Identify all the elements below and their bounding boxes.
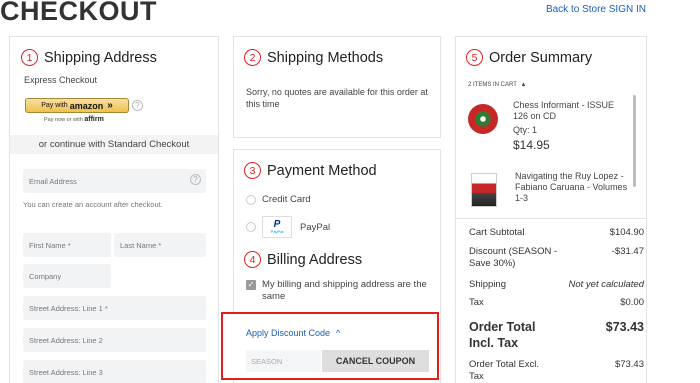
page-title: CHECKOUT	[0, 0, 157, 26]
discount-code-section: Apply Discount Code ^ SEASON CANCEL COUP…	[221, 312, 439, 380]
shipping-address-heading: 1 Shipping Address	[21, 49, 157, 66]
first-name-placeholder: First Name *	[29, 240, 71, 250]
same-address-checkbox-row[interactable]: ✓ My billing and shipping address are th…	[246, 279, 434, 303]
checkmark-icon[interactable]: ✓	[246, 280, 256, 290]
cart-scrollbar[interactable]	[633, 95, 636, 187]
same-address-label: My billing and shipping address are the …	[262, 279, 427, 302]
credit-card-label: Credit Card	[262, 194, 311, 205]
item-name: Navigating the Ruy Lopez - Fabiano Carua…	[515, 171, 628, 203]
heading-text: Billing Address	[267, 251, 363, 268]
back-to-store-link[interactable]: Back to Store	[546, 4, 606, 15]
shipping-methods-heading: 2 Shipping Methods	[244, 49, 383, 66]
heading-text: Payment Method	[267, 162, 377, 179]
street-line3-field[interactable]: Street Address: Line 3	[23, 360, 206, 383]
discount-row: Discount (SEASON - Save 30%) -$31.47	[469, 246, 644, 270]
or-continue-divider: or continue with Standard Checkout	[10, 135, 218, 154]
apply-discount-toggle[interactable]: Apply Discount Code ^	[246, 328, 340, 338]
affirm-text: Pay now or with	[44, 117, 83, 123]
street-line2-placeholder: Street Address: Line 2	[29, 335, 103, 345]
shipping-address-panel: 1 Shipping Address Express Checkout Pay …	[9, 36, 219, 383]
order-total-row: Order Total Incl. Tax $73.43	[469, 319, 644, 351]
paypal-logo-icon: P PayPal	[262, 216, 292, 238]
express-checkout-label: Express Checkout	[24, 75, 98, 85]
payment-method-heading: 3 Payment Method	[244, 162, 377, 179]
amazon-pay-button[interactable]: Pay with amazon »	[25, 98, 129, 113]
cart-subtotal-label: Cart Subtotal	[469, 227, 525, 238]
cart-item: Chess Informant - ISSUE 126 on CD Qty: 1…	[468, 100, 628, 152]
street-line2-field[interactable]: Street Address: Line 2	[23, 328, 206, 352]
discount-code-value: SEASON	[251, 356, 283, 366]
order-summary-panel: 5 Order Summary 2 ITEMS IN CART ▲ Chess …	[455, 36, 647, 383]
header-links: Back to Store SIGN IN	[546, 4, 646, 15]
affirm-logo: affirm	[84, 116, 104, 123]
order-total-value: $73.43	[605, 320, 644, 334]
tax-value: $0.00	[620, 297, 644, 308]
divider	[456, 218, 646, 219]
shipping-row: Shipping Not yet calculated	[469, 279, 644, 290]
affirm-line: Pay now or with affirm	[44, 116, 104, 123]
paypal-label: PayPal	[300, 221, 331, 233]
cart-subtotal-row: Cart Subtotal $104.90	[469, 227, 644, 238]
paypal-option[interactable]: P PayPal PayPal	[246, 216, 330, 238]
credit-card-option[interactable]: Credit Card	[246, 194, 311, 205]
shipping-methods-panel: 2 Shipping Methods Sorry, no quotes are …	[233, 36, 441, 138]
email-field[interactable]: Email Address	[23, 169, 206, 193]
tax-label: Tax	[469, 297, 484, 308]
street-line1-field[interactable]: Street Address: Line 1 *	[23, 296, 206, 320]
sign-in-link[interactable]: SIGN IN	[609, 4, 646, 15]
cart-item: Navigating the Ruy Lopez - Fabiano Carua…	[468, 171, 630, 213]
tax-row: Tax $0.00	[469, 297, 644, 308]
credit-card-radio[interactable]	[246, 194, 256, 205]
heading-text: Shipping Methods	[267, 49, 384, 66]
shipping-label: Shipping	[469, 279, 506, 290]
chevron-up-icon: ▲	[520, 82, 527, 88]
cd-thumbnail-icon	[468, 104, 498, 134]
step-number: 3	[244, 162, 261, 179]
step-number: 2	[244, 49, 261, 66]
discount-value: -$31.47	[611, 246, 644, 257]
amazon-logo: amazon	[69, 100, 104, 111]
cancel-coupon-button[interactable]: CANCEL COUPON	[322, 350, 429, 372]
book-thumbnail-icon	[471, 173, 497, 207]
order-summary-heading: 5 Order Summary	[466, 49, 592, 66]
item-price: $14.95	[513, 138, 550, 152]
paypal-radio[interactable]	[246, 222, 256, 232]
street-line3-placeholder: Street Address: Line 3	[29, 367, 103, 377]
item-qty: Qty: 1	[513, 125, 538, 135]
email-placeholder: Email Address	[29, 176, 77, 186]
last-name-placeholder: Last Name *	[120, 240, 162, 250]
email-help-icon[interactable]: ?	[190, 174, 201, 185]
cart-subtotal-value: $104.90	[609, 227, 644, 238]
item-name: Chess Informant - ISSUE 126 on CD	[513, 100, 615, 121]
help-icon[interactable]: ?	[132, 100, 143, 111]
order-total-excl-label: Order Total Excl. Tax	[469, 359, 540, 382]
order-total-excl-value: $73.43	[614, 359, 644, 370]
discount-code-input[interactable]: SEASON	[246, 350, 321, 372]
heading-text: Shipping Address	[44, 49, 157, 66]
billing-address-heading: 4 Billing Address	[244, 251, 362, 268]
discount-label: Discount (SEASON - Save 30%)	[469, 246, 558, 269]
amazon-pay-text: Pay with	[41, 102, 68, 109]
no-quotes-message: Sorry, no quotes are available for this …	[246, 87, 428, 109]
last-name-field[interactable]: Last Name *	[114, 233, 206, 257]
first-name-field[interactable]: First Name *	[23, 233, 111, 257]
step-number: 1	[21, 49, 38, 66]
step-number: 5	[466, 49, 483, 66]
street-line1-placeholder: Street Address: Line 1 *	[29, 303, 108, 313]
order-total-excl-row: Order Total Excl. Tax $73.43	[469, 359, 644, 383]
order-total-label: Order Total Incl. Tax	[469, 320, 536, 350]
company-field[interactable]: Company	[23, 264, 111, 288]
chevron-up-icon: ^	[336, 328, 341, 338]
items-in-cart-label: 2 ITEMS IN CART	[468, 82, 517, 88]
amazon-arrow-icon: »	[107, 100, 113, 111]
items-in-cart-toggle[interactable]: 2 ITEMS IN CART ▲	[468, 82, 526, 88]
email-hint: You can create an account after checkout…	[23, 200, 163, 209]
step-number: 4	[244, 251, 261, 268]
heading-text: Order Summary	[489, 49, 593, 66]
apply-discount-label: Apply Discount Code	[246, 328, 331, 338]
shipping-value: Not yet calculated	[568, 279, 644, 290]
company-placeholder: Company	[29, 271, 62, 281]
